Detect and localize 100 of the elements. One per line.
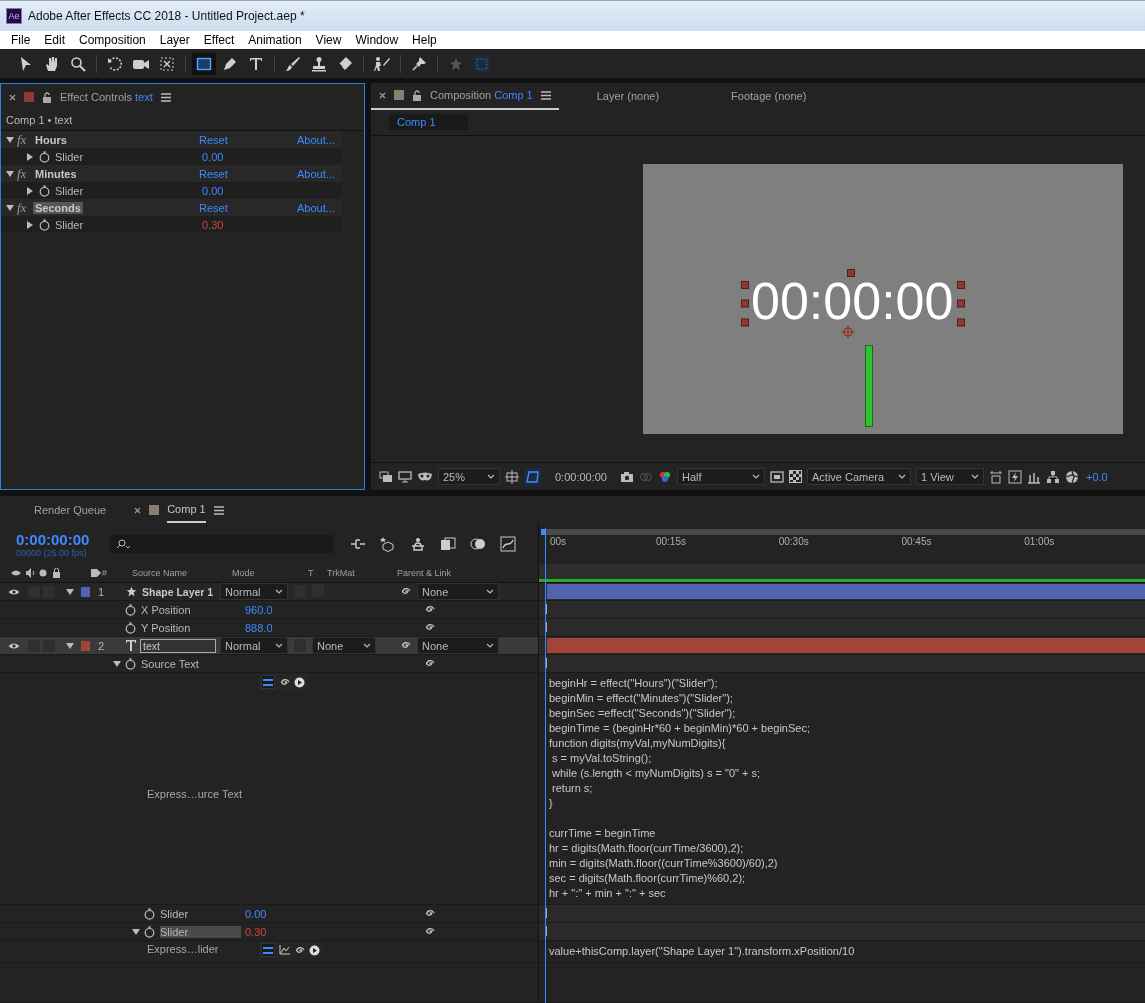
reset-link[interactable]: Reset: [199, 201, 297, 214]
menu-item[interactable]: Composition: [72, 33, 153, 47]
view-layout-dropdown[interactable]: 1 View: [916, 468, 984, 485]
comp-breadcrumb[interactable]: Comp 1: [389, 114, 468, 130]
expand-icon[interactable]: [113, 660, 121, 667]
stopwatch-icon[interactable]: [125, 657, 136, 670]
collapse-icon[interactable]: [27, 186, 33, 195]
panel-tab[interactable]: Render Queue: [34, 504, 107, 516]
flowchart-icon[interactable]: [1046, 469, 1060, 484]
close-icon[interactable]: [379, 91, 386, 99]
expand-icon[interactable]: [132, 928, 140, 935]
stopwatch-icon[interactable]: [144, 907, 155, 920]
menu-item[interactable]: Effect: [196, 33, 242, 47]
menu-icon[interactable]: [160, 92, 171, 102]
fast-preview-icon[interactable]: [770, 470, 784, 483]
channels-icon[interactable]: [658, 469, 672, 484]
magnification-dropdown[interactable]: 25%: [438, 468, 500, 485]
menu-icon[interactable]: [540, 90, 551, 100]
expand-icon[interactable]: [6, 136, 14, 143]
effect-name[interactable]: Hours: [33, 133, 69, 146]
reset-link[interactable]: Reset: [199, 167, 297, 180]
menu-item[interactable]: Edit: [37, 33, 73, 47]
reset-link[interactable]: Reset: [199, 133, 297, 146]
expression-code[interactable]: beginHr = effect("Hours")("Slider"); beginMin = effect("Minutes")("Slider"); beginSec =effect("Seconds")("Slider"); beginTime = (beginHr*60 + beginMin)*60 + beginSec; function digits(myVal,myNumDigits){ s = myVal.toString(); while (s.length < myNumDigits) s = "0" + s; return s; } currTime = beginTime hr = digits(Math.floor(currTime/3600),2); min = digits(Math.floor((currTime%3600)/60),2) sec = digits(Math.floor(currTime)%60,2); hr + ":" + min + ":" + sec: [539, 673, 1145, 901]
blend-mode-dropdown[interactable]: Normal: [220, 637, 288, 654]
column-header[interactable]: #: [102, 568, 132, 578]
menu-item[interactable]: File: [4, 33, 38, 47]
property-name[interactable]: Source Text: [141, 657, 241, 670]
stopwatch-icon[interactable]: [125, 603, 136, 616]
collapse-icon[interactable]: [27, 152, 33, 161]
panel-tab[interactable]: Comp 1: [167, 497, 206, 523]
pixel-aspect-icon[interactable]: [989, 469, 1003, 484]
play-icon[interactable]: [294, 676, 305, 688]
column-header[interactable]: Parent & Link: [397, 568, 497, 578]
panel-tab[interactable]: Layer (none): [596, 90, 660, 102]
parent-dropdown[interactable]: None: [417, 583, 499, 600]
column-header[interactable]: TrkMat: [327, 568, 397, 578]
close-icon[interactable]: [9, 93, 16, 101]
stopwatch-icon[interactable]: [39, 218, 50, 231]
property-name[interactable]: X Position: [141, 603, 241, 616]
resolution-dropdown[interactable]: Half: [677, 468, 765, 485]
shy-icon[interactable]: [410, 537, 426, 551]
camera-snapshot-icon[interactable]: [620, 470, 634, 483]
property-value[interactable]: 888.0: [245, 621, 273, 634]
menu-item[interactable]: Help: [405, 33, 444, 47]
expand-icon[interactable]: [66, 642, 74, 649]
tool-button[interactable]: [192, 52, 216, 75]
track-matte-box[interactable]: [312, 584, 324, 597]
property-value[interactable]: 0.00: [245, 907, 267, 920]
panel-tab[interactable]: Footage (none): [731, 90, 807, 102]
layer-name[interactable]: Shape Layer 1: [140, 585, 216, 598]
checkerboard-icon[interactable]: [789, 470, 802, 483]
menu-item[interactable]: Window: [348, 33, 406, 47]
region-icon[interactable]: [505, 469, 519, 484]
slider-value[interactable]: 0.00: [202, 184, 224, 197]
menu-item[interactable]: Layer: [152, 33, 197, 47]
expand-icon[interactable]: [6, 204, 14, 211]
layer-name[interactable]: text: [140, 638, 216, 653]
stopwatch-icon[interactable]: [144, 925, 155, 938]
slider-value[interactable]: 0.30: [202, 218, 224, 231]
expand-icon[interactable]: [66, 588, 74, 595]
menu-item[interactable]: View: [308, 33, 349, 47]
column-header[interactable]: T: [308, 568, 327, 578]
column-header[interactable]: Source Name: [132, 568, 232, 578]
property-value[interactable]: 0.30: [245, 925, 267, 938]
close-icon[interactable]: [134, 506, 142, 514]
property-value[interactable]: 960.0: [245, 603, 273, 616]
graph-editor-icon[interactable]: [500, 536, 516, 552]
column-header[interactable]: Mode: [232, 568, 308, 578]
fx-badge[interactable]: fx: [17, 131, 33, 148]
search-field[interactable]: [110, 535, 334, 553]
panel-tab[interactable]: Composition Comp 1: [430, 89, 533, 101]
property-name[interactable]: Slider: [160, 907, 241, 920]
snapshot-icon[interactable]: [379, 470, 393, 483]
lock-icon[interactable]: [412, 89, 422, 101]
effect-name[interactable]: Minutes: [33, 167, 79, 180]
fx-badge[interactable]: fx: [17, 199, 33, 216]
monitor-icon[interactable]: [398, 470, 412, 483]
stopwatch-icon[interactable]: [125, 621, 136, 634]
motion-blur-icon[interactable]: [470, 537, 486, 551]
blend-mode-dropdown[interactable]: Normal: [220, 583, 288, 600]
parent-dropdown[interactable]: None: [417, 637, 499, 654]
expression-code[interactable]: value+thisComp.layer("Shape Layer 1").transform.xPosition/10: [539, 941, 1145, 959]
exposure-value[interactable]: +0.0: [1086, 470, 1108, 483]
fx-badge[interactable]: fx: [17, 165, 33, 182]
expand-icon[interactable]: [6, 170, 14, 177]
camera-view-dropdown[interactable]: Active Camera: [807, 468, 911, 485]
mask-icon[interactable]: [417, 470, 433, 483]
draft-3d-icon[interactable]: [380, 536, 396, 552]
eye-icon[interactable]: [8, 641, 20, 650]
property-name[interactable]: Slider: [160, 925, 241, 938]
play-icon[interactable]: [309, 944, 320, 956]
track-matte-dropdown[interactable]: None: [312, 637, 376, 654]
about-link[interactable]: About...: [297, 133, 335, 146]
label-color-swatch[interactable]: [81, 586, 90, 597]
slider-value[interactable]: 0.00: [202, 150, 224, 163]
frame-blending-icon[interactable]: [440, 537, 456, 551]
about-link[interactable]: About...: [297, 201, 335, 214]
effect-name[interactable]: Seconds: [33, 201, 83, 214]
collapse-icon[interactable]: [27, 220, 33, 229]
